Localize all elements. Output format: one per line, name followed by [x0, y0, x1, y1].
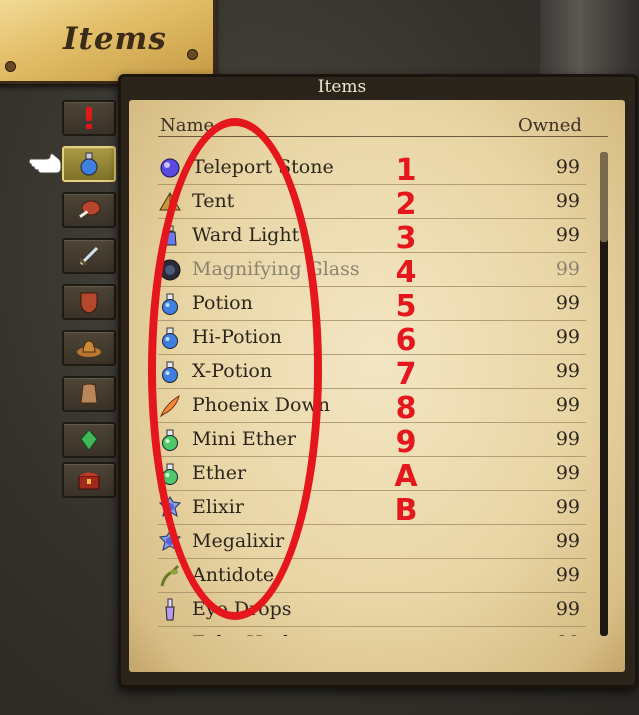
annotation-marker: 8 — [395, 391, 417, 426]
item-name: Magnifying Glass — [192, 258, 360, 280]
annotation-marker: 6 — [395, 323, 417, 358]
potion-icon — [162, 361, 178, 383]
teleport-stone-icon — [160, 158, 180, 178]
item-name: Phoenix Down — [192, 394, 330, 416]
feather-icon — [159, 394, 180, 418]
list-item[interactable]: Teleport Stone 99 — [158, 151, 586, 185]
item-name: X-Potion — [192, 360, 273, 382]
list-item[interactable]: Ether 99 — [158, 457, 586, 491]
elixir-icon — [158, 530, 182, 552]
tent-icon — [159, 192, 181, 211]
item-owned-count: 99 — [555, 224, 580, 246]
annotation-marker: A — [394, 459, 418, 494]
item-owned-count: 99 — [556, 632, 580, 636]
item-owned-count: 99 — [555, 530, 580, 552]
item-name: Megalixir — [192, 530, 285, 552]
item-owned-count: 99 — [555, 496, 580, 518]
ward-light-icon — [163, 225, 177, 246]
annotation-marker: 4 — [395, 255, 417, 290]
item-owned-count: 99 — [555, 156, 580, 178]
list-item[interactable]: X-Potion 99 — [158, 355, 586, 389]
potion-icon — [162, 327, 178, 349]
item-name: Ward Light — [192, 224, 300, 246]
annotation-marker: 9 — [395, 425, 417, 460]
list-item[interactable]: Elixir 99 — [158, 491, 586, 525]
item-name: Echo Herbs — [192, 632, 305, 636]
list-item[interactable]: Eye Drops 99 — [158, 593, 586, 627]
annotation-marker: 7 — [395, 357, 417, 392]
item-name: Elixir — [192, 496, 244, 518]
annotation-marker: 2 — [395, 187, 417, 222]
ether-icon — [162, 463, 178, 485]
elixir-icon — [158, 496, 182, 518]
item-list: Teleport Stone 99 Tent 99 Ward Light 99 Magnif… — [0, 0, 639, 636]
item-owned-count: 99 — [555, 428, 580, 450]
item-name: Antidote — [192, 564, 275, 586]
item-owned-count: 99 — [555, 462, 580, 484]
list-item[interactable]: Phoenix Down 99 — [158, 389, 586, 423]
annotation-marker: 1 — [395, 153, 417, 188]
list-item[interactable]: Tent 99 — [158, 185, 586, 219]
item-owned-count: 99 — [555, 258, 580, 280]
item-name: Hi-Potion — [192, 326, 282, 348]
item-owned-count: 99 — [555, 326, 580, 348]
list-item[interactable]: Ward Light 99 — [158, 219, 586, 253]
antidote-icon — [160, 564, 180, 587]
eye-drops-icon — [165, 598, 175, 621]
item-owned-count: 99 — [555, 564, 580, 586]
annotation-marker: 5 — [395, 289, 417, 324]
magnifying-glass-icon — [159, 259, 181, 281]
item-name: Eye Drops — [192, 598, 292, 620]
list-item[interactable]: Echo Herbs 99 — [158, 627, 586, 636]
item-name: Teleport Stone — [192, 156, 334, 178]
potion-icon — [162, 293, 178, 315]
ether-icon — [162, 429, 178, 451]
item-name: Potion — [192, 292, 253, 314]
item-owned-count: 99 — [555, 292, 580, 314]
item-name: Ether — [192, 462, 247, 484]
herb-icon — [158, 632, 182, 636]
item-name: Mini Ether — [192, 428, 296, 450]
list-item[interactable]: Antidote 99 — [158, 559, 586, 593]
list-item[interactable]: Hi-Potion 99 — [158, 321, 586, 355]
list-item[interactable]: Megalixir 99 — [158, 525, 586, 559]
item-owned-count: 99 — [555, 190, 580, 212]
annotation-marker: B — [394, 493, 418, 528]
annotation-marker: 3 — [395, 221, 417, 256]
list-item[interactable]: Potion 99 — [158, 287, 586, 321]
item-owned-count: 99 — [555, 598, 580, 620]
item-owned-count: 99 — [555, 394, 580, 416]
item-name: Tent — [192, 190, 235, 212]
list-item[interactable]: Mini Ether 99 — [158, 423, 586, 457]
list-item[interactable]: Magnifying Glass 99 — [158, 253, 586, 287]
scrollbar-thumb[interactable] — [600, 152, 608, 242]
item-owned-count: 99 — [555, 360, 580, 382]
